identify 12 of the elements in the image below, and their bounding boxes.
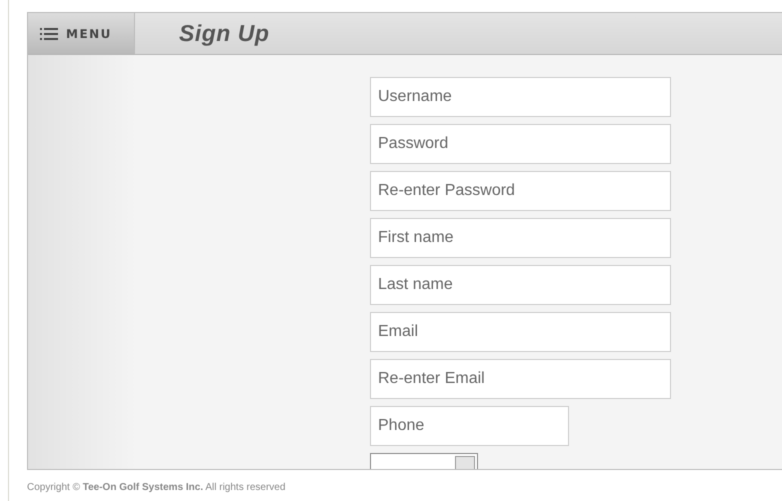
menu-icon — [40, 28, 58, 40]
page-title: Sign Up — [179, 20, 270, 47]
input-field[interactable]: Password — [370, 124, 671, 164]
input-field[interactable]: Email — [370, 312, 671, 352]
input-field[interactable]: Re-enter Email — [370, 359, 671, 399]
input-field[interactable]: Re-enter Password — [370, 171, 671, 211]
copyright-text: Copyright © Tee-On Golf Systems Inc. All rights reserved — [27, 482, 286, 493]
input-field[interactable]: Last name — [370, 265, 671, 305]
input-field[interactable]: Phone — [370, 406, 569, 446]
input-field[interactable]: Username — [370, 77, 671, 117]
input-field[interactable]: First name — [370, 218, 671, 258]
menu-button[interactable]: MENU — [28, 13, 135, 54]
